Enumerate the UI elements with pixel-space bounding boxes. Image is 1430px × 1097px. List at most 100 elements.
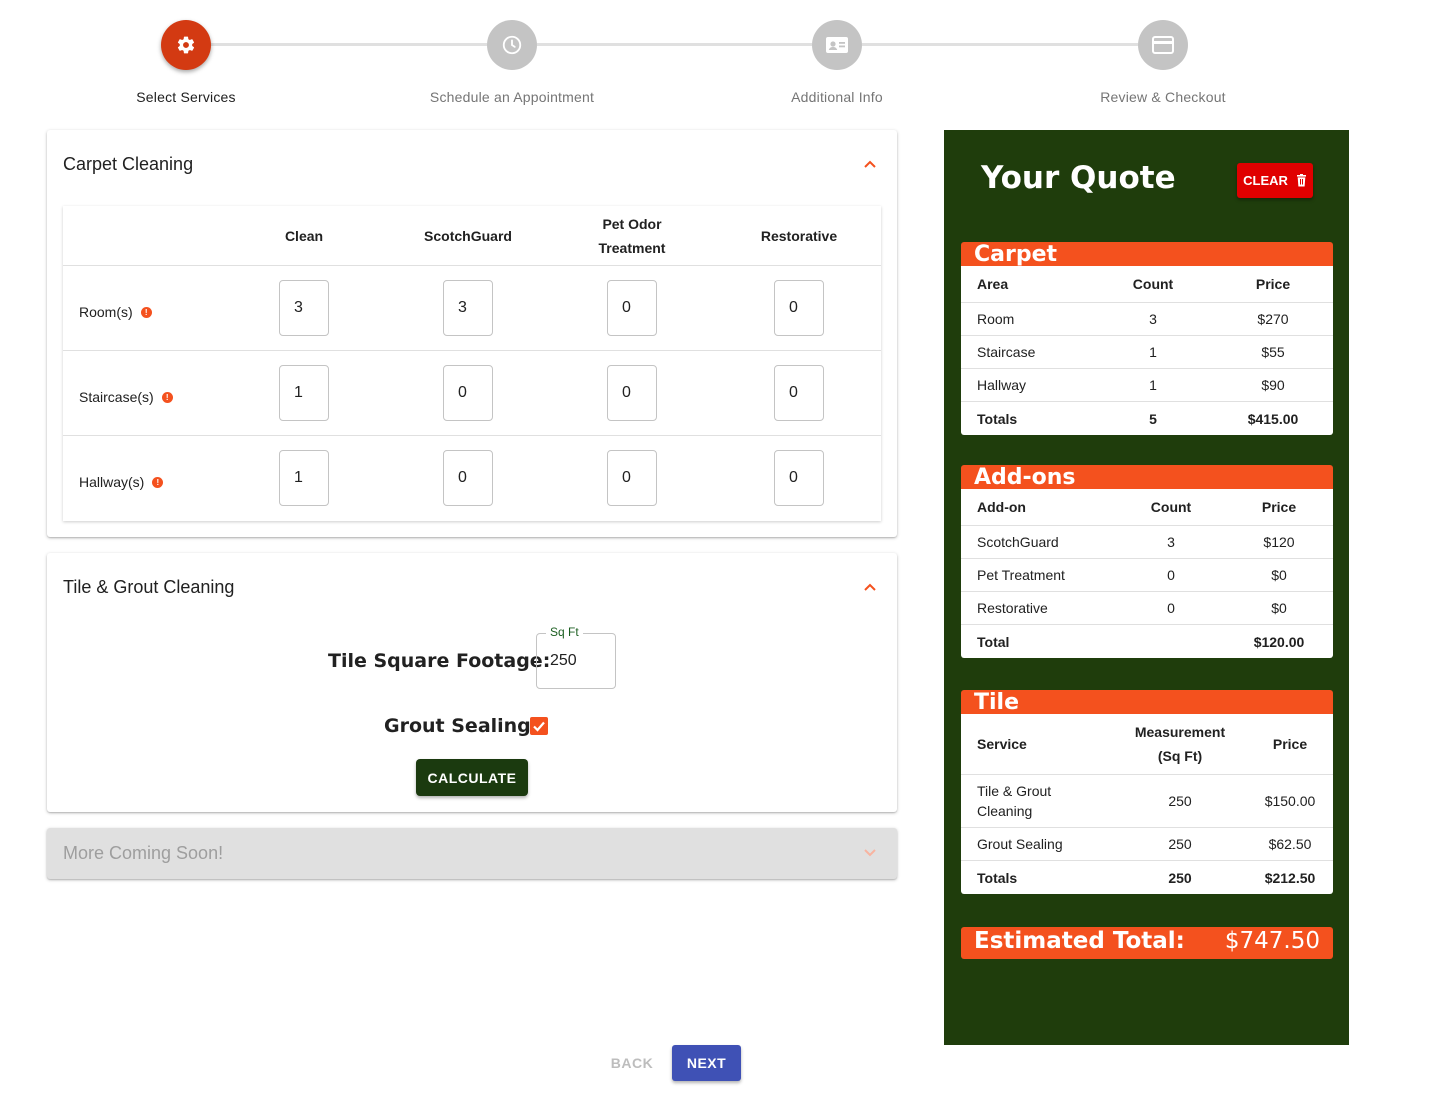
table-cell: Totals: [977, 869, 1018, 886]
totals-row: Totals 250 $212.50: [961, 861, 1333, 894]
quantity-input[interactable]: 1: [279, 450, 329, 506]
chevron-up-icon[interactable]: [863, 157, 877, 171]
quantity-input[interactable]: 3: [279, 280, 329, 336]
column-header: Area: [977, 276, 1009, 292]
grout-sealing-label: Grout Sealing?: [384, 715, 542, 737]
table-cell: Room: [977, 311, 1015, 327]
grout-sealing-checkbox[interactable]: [530, 717, 548, 735]
table-cell: $270: [1257, 311, 1289, 327]
back-button[interactable]: BACK: [601, 1045, 663, 1081]
info-icon[interactable]: !: [152, 476, 164, 488]
column-header: ScotchGuard: [424, 228, 512, 244]
quantity-input[interactable]: 0: [774, 365, 824, 421]
step-schedule[interactable]: Schedule an Appointment: [362, 20, 662, 105]
table-cell: Totals: [977, 410, 1018, 427]
tile-section-header: Tile: [961, 690, 1333, 715]
table-row: Room 3 $270: [961, 303, 1333, 336]
column-header: Add-on: [977, 499, 1026, 515]
table-cell: Grout Sealing: [977, 836, 1063, 852]
table-cell: 0: [1167, 600, 1175, 616]
table-cell: $120.00: [1253, 633, 1305, 650]
info-icon[interactable]: !: [140, 306, 152, 318]
step-additional-info[interactable]: Additional Info: [687, 20, 987, 105]
quantity-input[interactable]: 0: [607, 365, 657, 421]
table-header: Clean ScotchGuard Pet Odor Treatment Res…: [63, 206, 881, 266]
section-title: Add-ons: [974, 465, 1076, 490]
tile-sqft-label: Tile Square Footage:: [328, 650, 551, 672]
carpet-cleaning-panel: Carpet Cleaning Clean ScotchGuard Pet Od…: [47, 130, 897, 537]
table-cell: Tile & Grout Cleaning: [977, 783, 1052, 819]
table-header: Service Measurement (Sq Ft) Price: [961, 714, 1333, 775]
table-cell: 3: [1149, 311, 1157, 327]
carpet-quote-table: Area Count Price Room 3 $270 Staircase 1…: [961, 266, 1333, 435]
table-row: Room(s)! 3 3 0 0: [63, 266, 881, 351]
quantity-input[interactable]: 0: [607, 280, 657, 336]
section-title: Carpet: [974, 242, 1058, 267]
carpet-section-header: Carpet: [961, 242, 1333, 267]
table-cell: $62.50: [1268, 836, 1312, 852]
column-header: Count: [1150, 499, 1192, 515]
table-header: Add-on Count Price: [961, 489, 1333, 526]
row-label: Hallway(s)!: [79, 474, 164, 490]
quantity-input[interactable]: 3: [443, 280, 493, 336]
sqft-legend: Sq Ft: [546, 625, 583, 639]
credit-card-icon: [1138, 20, 1188, 70]
more-coming-soon-panel: More Coming Soon!: [47, 828, 897, 879]
quantity-input[interactable]: 0: [443, 365, 493, 421]
chevron-up-icon[interactable]: [863, 580, 877, 594]
column-header: Price: [1261, 499, 1297, 515]
step-label: Review & Checkout: [1100, 89, 1226, 105]
step-label: Select Services: [136, 89, 236, 105]
clear-label: CLEAR: [1243, 173, 1288, 188]
addons-section-header: Add-ons: [961, 465, 1333, 490]
table-header: Area Count Price: [961, 266, 1333, 303]
quantity-input[interactable]: 0: [443, 450, 493, 506]
column-header: Restorative: [760, 228, 838, 244]
addons-quote-table: Add-on Count Price ScotchGuard 3 $120 Pe…: [961, 489, 1333, 658]
table-cell: [1141, 625, 1201, 658]
table-cell: 3: [1167, 534, 1175, 550]
column-header: Measurement (Sq Ft): [1134, 724, 1226, 764]
estimated-total-band: Estimated Total: $747.50: [961, 927, 1333, 959]
table-row: Grout Sealing 250 $62.50: [961, 828, 1333, 861]
table-cell: 1: [1149, 377, 1157, 393]
table-cell: Hallway: [977, 377, 1027, 393]
table-cell: $212.50: [1264, 869, 1316, 886]
info-icon[interactable]: !: [161, 391, 173, 403]
next-button[interactable]: NEXT: [672, 1045, 741, 1081]
table-row: Staircase 1 $55: [961, 336, 1333, 369]
table-cell: Restorative: [977, 600, 1048, 616]
table-cell: Pet Treatment: [977, 567, 1065, 583]
table-cell: 250: [1168, 869, 1192, 886]
clear-button[interactable]: CLEAR: [1237, 163, 1313, 198]
table-cell: 5: [1149, 410, 1157, 427]
table-cell: $150.00: [1264, 793, 1316, 809]
table-cell: $120: [1263, 534, 1295, 550]
sqft-input[interactable]: 250: [536, 633, 616, 689]
quantity-input[interactable]: 0: [774, 450, 824, 506]
table-cell: $0: [1271, 567, 1287, 583]
table-cell: ScotchGuard: [977, 534, 1059, 550]
quote-title: Your Quote: [981, 160, 1176, 196]
step-label: Additional Info: [791, 89, 883, 105]
row-label: Staircase(s)!: [79, 389, 173, 405]
quantity-input[interactable]: 1: [279, 365, 329, 421]
step-review-checkout[interactable]: Review & Checkout: [1013, 20, 1313, 105]
totals-row: Total $120.00: [961, 625, 1333, 658]
table-cell: $55: [1261, 344, 1285, 360]
quantity-input[interactable]: 0: [774, 280, 824, 336]
gear-icon: [161, 20, 211, 70]
chevron-down-icon: [864, 849, 876, 857]
estimated-total-value: $747.50: [1224, 928, 1320, 954]
calculate-button[interactable]: CALCULATE: [416, 759, 528, 796]
quote-sidebar: Your Quote CLEAR Carpet Area Count Price…: [944, 130, 1349, 1045]
tile-quote-table: Service Measurement (Sq Ft) Price Tile &…: [961, 714, 1333, 894]
step-select-services[interactable]: Select Services: [36, 20, 336, 105]
table-cell: 1: [1149, 344, 1157, 360]
table-cell: $0: [1271, 600, 1287, 616]
column-header: Price: [1255, 276, 1291, 292]
column-header: Count: [1132, 276, 1174, 292]
quantity-input[interactable]: 0: [607, 450, 657, 506]
table-cell: 250: [1168, 836, 1192, 852]
table-cell: Staircase: [977, 344, 1036, 360]
